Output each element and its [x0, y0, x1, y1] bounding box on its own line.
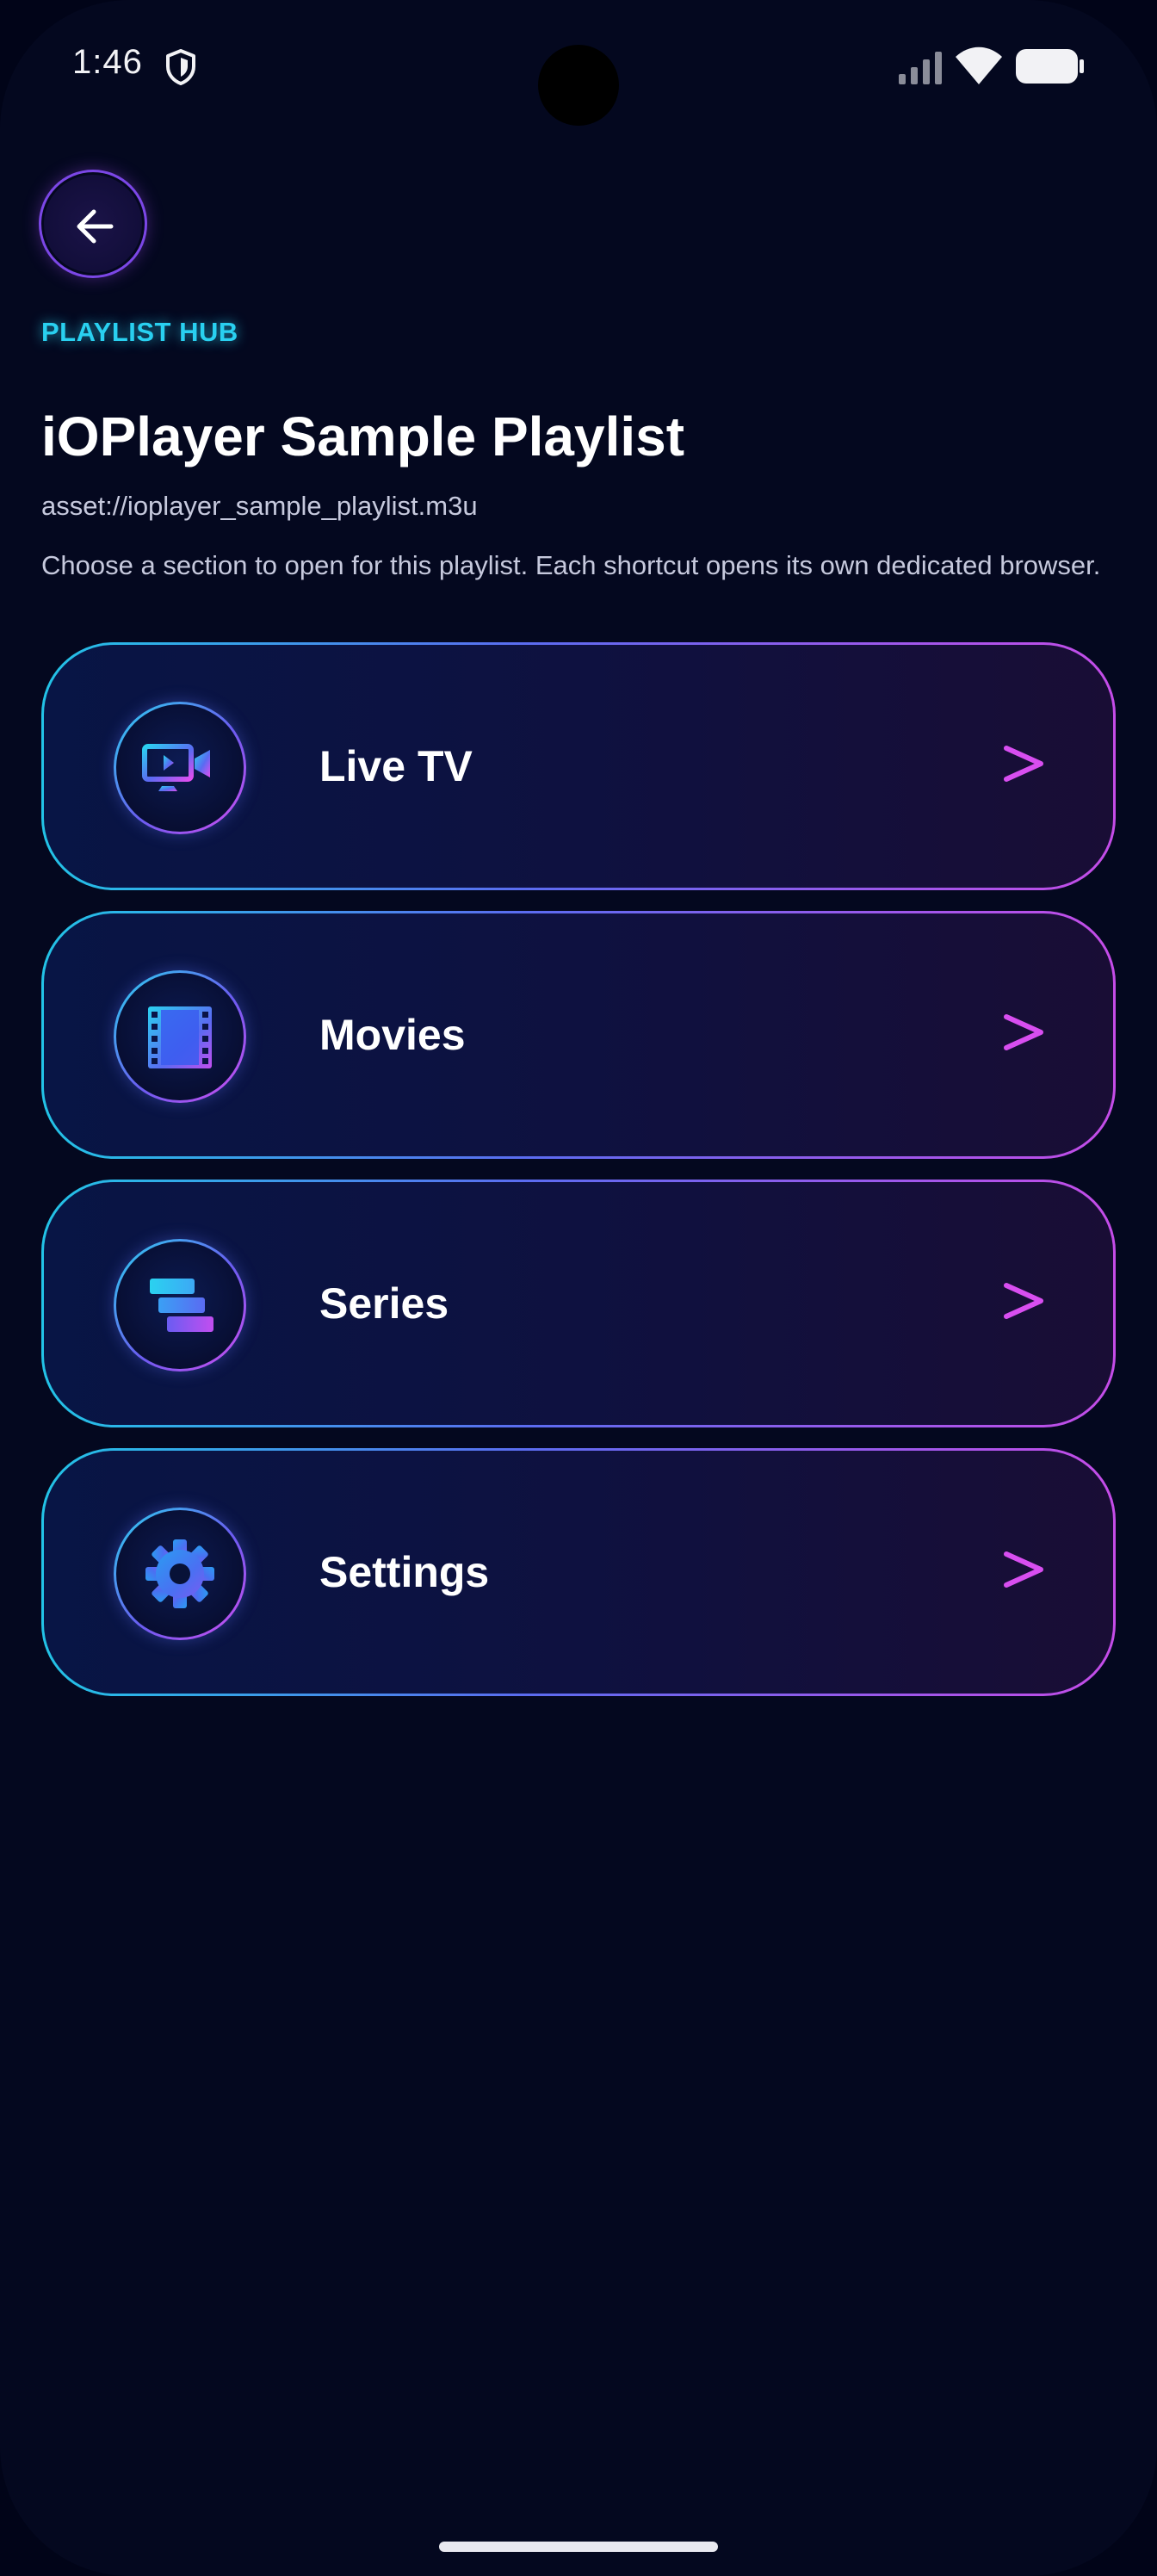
cell-signal-icon: [899, 52, 942, 84]
status-time: 1:46: [72, 43, 143, 81]
card-body: Live TV: [44, 645, 1113, 888]
gear-icon: [145, 1539, 214, 1608]
chevron-right-icon: [1004, 1014, 1043, 1050]
card-label: Series: [319, 1279, 449, 1328]
app-screen: 1:46 PLAYLIST HUB iOPlayer Sample Playli…: [0, 0, 1157, 2576]
icon-badge: [114, 702, 246, 834]
icon-badge: [114, 1508, 246, 1640]
section-card-series[interactable]: Series: [41, 1180, 1116, 1427]
film-icon: [148, 1006, 212, 1068]
section-card-settings[interactable]: Settings: [41, 1448, 1116, 1696]
page-title: iOPlayer Sample Playlist: [41, 406, 685, 468]
card-body: Settings: [44, 1451, 1113, 1694]
section-card-live-tv[interactable]: Live TV: [41, 642, 1116, 890]
arrow-left-icon: [77, 209, 114, 244]
card-label: Movies: [319, 1011, 466, 1059]
shield-icon: [166, 49, 195, 85]
front-camera: [538, 45, 619, 126]
chevron-right-icon: [1004, 1283, 1043, 1319]
card-label: Live TV: [319, 742, 473, 790]
card-body: Series: [44, 1182, 1113, 1425]
page-description: Choose a section to open for this playli…: [41, 550, 1101, 580]
series-stack-icon: [150, 1279, 213, 1332]
wifi-icon: [956, 46, 1002, 84]
chevron-right-icon: [1004, 746, 1043, 782]
card-body: Movies: [44, 913, 1113, 1156]
battery-icon: [1016, 49, 1084, 84]
section-card-movies[interactable]: Movies: [41, 911, 1116, 1159]
status-bar: 1:46: [0, 0, 1157, 138]
back-button[interactable]: [41, 172, 145, 276]
home-indicator[interactable]: [439, 2542, 718, 2552]
icon-badge: [114, 1239, 246, 1372]
section-overline: PLAYLIST HUB: [41, 317, 238, 347]
live-tv-icon: [142, 744, 210, 791]
card-label: Settings: [319, 1548, 490, 1596]
playlist-source-path: asset://ioplayer_sample_playlist.m3u: [41, 491, 478, 521]
icon-badge: [114, 970, 246, 1103]
chevron-right-icon: [1004, 1551, 1043, 1588]
